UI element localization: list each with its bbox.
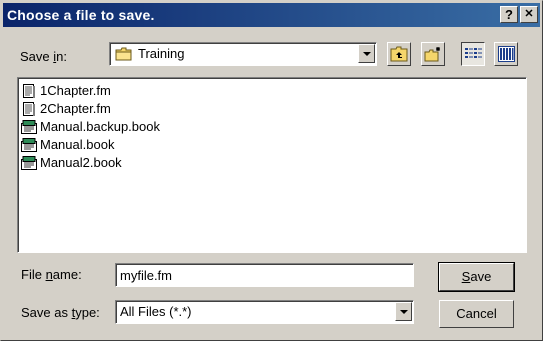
new-folder-icon bbox=[424, 46, 442, 65]
file-name-text: Manual.backup.book bbox=[40, 119, 160, 134]
book-icon bbox=[21, 119, 37, 135]
help-button[interactable]: ? bbox=[500, 6, 518, 23]
save-dialog: Choose a file to save. ? ✕ Save in: Trai… bbox=[0, 0, 543, 341]
up-one-level-icon bbox=[390, 46, 408, 65]
book-icon bbox=[21, 137, 37, 153]
list-view-button[interactable] bbox=[461, 42, 485, 66]
book-icon bbox=[21, 155, 37, 171]
file-name-text: 2Chapter.fm bbox=[40, 101, 111, 116]
save-in-dropdown-arrow[interactable] bbox=[358, 44, 375, 63]
file-name-field[interactable] bbox=[116, 264, 413, 286]
file-name-text: Manual.book bbox=[40, 137, 115, 152]
details-view-icon bbox=[498, 46, 515, 65]
details-view-button[interactable] bbox=[494, 42, 518, 66]
document-icon bbox=[21, 101, 37, 117]
file-name-label: File name: bbox=[21, 267, 82, 282]
title-bar[interactable]: Choose a file to save. ? ✕ bbox=[3, 3, 540, 27]
save-in-value: Training bbox=[138, 46, 185, 61]
up-one-level-button[interactable] bbox=[387, 42, 411, 66]
save-as-type-value: All Files (*.*) bbox=[120, 304, 192, 319]
cancel-button[interactable]: Cancel bbox=[439, 300, 514, 328]
save-as-type-label: Save as type: bbox=[21, 305, 100, 320]
file-name-input[interactable] bbox=[115, 263, 414, 287]
save-in-label: Save in: bbox=[20, 49, 67, 64]
save-in-dropdown[interactable]: Training bbox=[109, 42, 377, 66]
file-name-text: 1Chapter.fm bbox=[40, 83, 111, 98]
save-as-type-dropdown-arrow[interactable] bbox=[395, 302, 412, 321]
new-folder-button[interactable] bbox=[421, 42, 445, 66]
close-button[interactable]: ✕ bbox=[520, 6, 538, 23]
document-icon bbox=[21, 83, 37, 99]
file-name-text: Manual2.book bbox=[40, 155, 122, 170]
dialog-title: Choose a file to save. bbox=[7, 7, 155, 23]
save-button[interactable]: Save bbox=[438, 262, 515, 292]
save-as-type-dropdown[interactable]: All Files (*.*) bbox=[115, 300, 414, 324]
list-view-icon bbox=[465, 47, 482, 64]
file-list[interactable]: 1Chapter.fm 2Chapter.fm Manual.backup.bo… bbox=[17, 77, 527, 253]
folder-icon bbox=[115, 47, 133, 61]
